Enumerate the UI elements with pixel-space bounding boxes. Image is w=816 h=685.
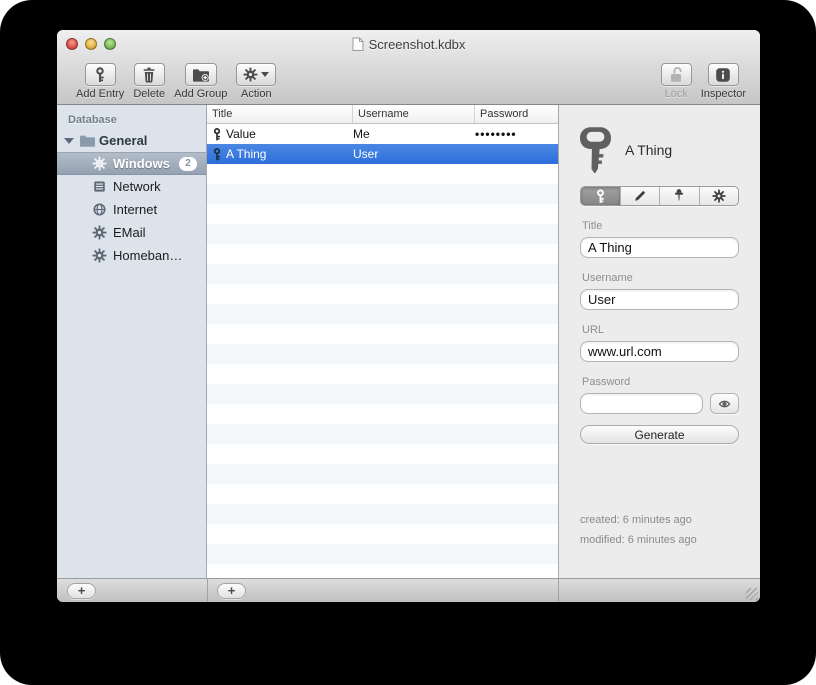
sidebar-item-internet[interactable]: Internet bbox=[57, 198, 206, 221]
modified-timestamp: modified: 6 minutes ago bbox=[580, 534, 697, 546]
inspector-entry-title: A Thing bbox=[625, 142, 673, 158]
window-chrome: Screenshot.kdbx Add Entry Delete Add Gro… bbox=[57, 30, 760, 105]
tab-advanced[interactable] bbox=[700, 187, 739, 205]
entry-password bbox=[475, 144, 558, 164]
add-group-button[interactable]: Add Group bbox=[174, 63, 227, 100]
group-sidebar: Database General Windows 2 Network Inter… bbox=[57, 105, 207, 578]
traffic-lights bbox=[66, 38, 116, 50]
key-icon bbox=[595, 188, 606, 204]
entry-username: User bbox=[353, 147, 379, 161]
generate-button[interactable]: Generate bbox=[580, 425, 739, 444]
tab-general[interactable] bbox=[581, 187, 621, 205]
toolbar: Add Entry Delete Add Group Action Lock I… bbox=[57, 58, 760, 104]
info-icon bbox=[715, 67, 731, 83]
sidebar-item-label: Network bbox=[113, 179, 161, 194]
disclosure-triangle-icon[interactable] bbox=[64, 137, 74, 144]
gear-icon bbox=[92, 225, 107, 240]
inspector-label: Inspector bbox=[700, 88, 746, 100]
reveal-password-button[interactable] bbox=[710, 393, 739, 414]
divider bbox=[207, 579, 208, 602]
pin-icon bbox=[672, 189, 686, 203]
sidebar-item-label: Homeban… bbox=[113, 248, 183, 263]
gear-icon bbox=[243, 67, 258, 82]
sidebar-group-label: General bbox=[99, 133, 148, 148]
lock-label: Lock bbox=[664, 88, 688, 100]
title-field[interactable] bbox=[580, 237, 739, 258]
username-field[interactable] bbox=[580, 289, 739, 310]
document-proxy-icon[interactable] bbox=[352, 37, 364, 52]
key-icon bbox=[212, 147, 222, 162]
title-bar[interactable]: Screenshot.kdbx bbox=[57, 30, 760, 58]
sidebar-item-label: Windows bbox=[113, 156, 170, 171]
window-title: Screenshot.kdbx bbox=[368, 36, 466, 52]
lock-button: Lock bbox=[660, 63, 692, 100]
globe-icon bbox=[92, 202, 107, 217]
url-field[interactable] bbox=[580, 341, 739, 362]
pencil-icon bbox=[633, 189, 647, 203]
sidebar-item-homebanking[interactable]: Homeban… bbox=[57, 244, 206, 267]
sidebar-item-email[interactable]: EMail bbox=[57, 221, 206, 244]
tab-attachments[interactable] bbox=[660, 187, 700, 205]
gear-icon bbox=[92, 156, 107, 171]
entry-count-badge: 2 bbox=[179, 156, 197, 171]
key-icon bbox=[212, 127, 222, 142]
key-icon bbox=[94, 66, 106, 83]
delete-button[interactable]: Delete bbox=[133, 63, 165, 100]
url-field-label: URL bbox=[582, 324, 605, 336]
gear-icon bbox=[92, 248, 107, 263]
inspector-panel: A Thing Title Username URL Password bbox=[558, 105, 760, 578]
trash-icon bbox=[141, 66, 157, 83]
folder-icon bbox=[79, 134, 96, 148]
add-entry-button[interactable]: Add Entry bbox=[76, 63, 124, 100]
entry-password: •••••••• bbox=[475, 127, 517, 141]
close-button[interactable] bbox=[66, 38, 78, 50]
column-header-password[interactable]: Password bbox=[475, 105, 558, 123]
entry-username: Me bbox=[353, 127, 370, 141]
divider bbox=[558, 579, 559, 602]
delete-label: Delete bbox=[133, 88, 166, 100]
eye-icon bbox=[716, 398, 733, 410]
username-field-label: Username bbox=[582, 272, 633, 284]
action-label: Action bbox=[241, 88, 272, 100]
entry-title: A Thing bbox=[226, 147, 267, 161]
add-entry-plus-button[interactable]: + bbox=[217, 583, 246, 599]
network-icon bbox=[92, 179, 107, 194]
resize-grip[interactable] bbox=[746, 588, 758, 600]
table-row-selected[interactable]: A Thing User bbox=[207, 144, 558, 164]
sidebar-item-label: Internet bbox=[113, 202, 158, 217]
tab-notes[interactable] bbox=[621, 187, 660, 205]
inspector-button[interactable]: Inspector bbox=[701, 63, 746, 100]
entry-key-icon bbox=[580, 127, 611, 173]
table-body: Value Me •••••••• A Thing User bbox=[207, 124, 558, 578]
entry-title: Value bbox=[226, 127, 256, 141]
password-field[interactable] bbox=[580, 393, 703, 414]
table-header: Title Username Password bbox=[207, 105, 558, 124]
add-group-plus-button[interactable]: + bbox=[67, 583, 96, 599]
entry-table: Title Username Password Value Me •••••••… bbox=[207, 105, 558, 578]
column-header-username[interactable]: Username bbox=[353, 105, 475, 123]
title-field-label: Title bbox=[582, 220, 603, 232]
created-timestamp: created: 6 minutes ago bbox=[580, 514, 692, 526]
inspector-tab-bar bbox=[580, 186, 739, 206]
bottom-bar: + + bbox=[57, 578, 760, 602]
table-row[interactable]: Value Me •••••••• bbox=[207, 124, 558, 144]
lock-open-icon bbox=[668, 66, 684, 83]
chevron-down-icon bbox=[261, 72, 270, 77]
screenshot-canvas: Screenshot.kdbx Add Entry Delete Add Gro… bbox=[0, 0, 816, 685]
action-button[interactable]: Action bbox=[236, 63, 277, 100]
gear-icon bbox=[712, 189, 726, 203]
sidebar-item-windows[interactable]: Windows 2 bbox=[57, 152, 206, 175]
folder-plus-icon bbox=[192, 67, 210, 83]
sidebar-group-general[interactable]: General bbox=[57, 129, 206, 152]
sidebar-item-label: EMail bbox=[113, 225, 146, 240]
add-group-label: Add Group bbox=[174, 88, 228, 100]
column-header-title[interactable]: Title bbox=[207, 105, 353, 123]
zoom-button[interactable] bbox=[104, 38, 116, 50]
add-entry-label: Add Entry bbox=[76, 88, 125, 100]
password-field-label: Password bbox=[582, 376, 631, 388]
sidebar-section-header: Database bbox=[68, 114, 117, 126]
app-window: Screenshot.kdbx Add Entry Delete Add Gro… bbox=[57, 30, 760, 602]
minimize-button[interactable] bbox=[85, 38, 97, 50]
sidebar-item-network[interactable]: Network bbox=[57, 175, 206, 198]
